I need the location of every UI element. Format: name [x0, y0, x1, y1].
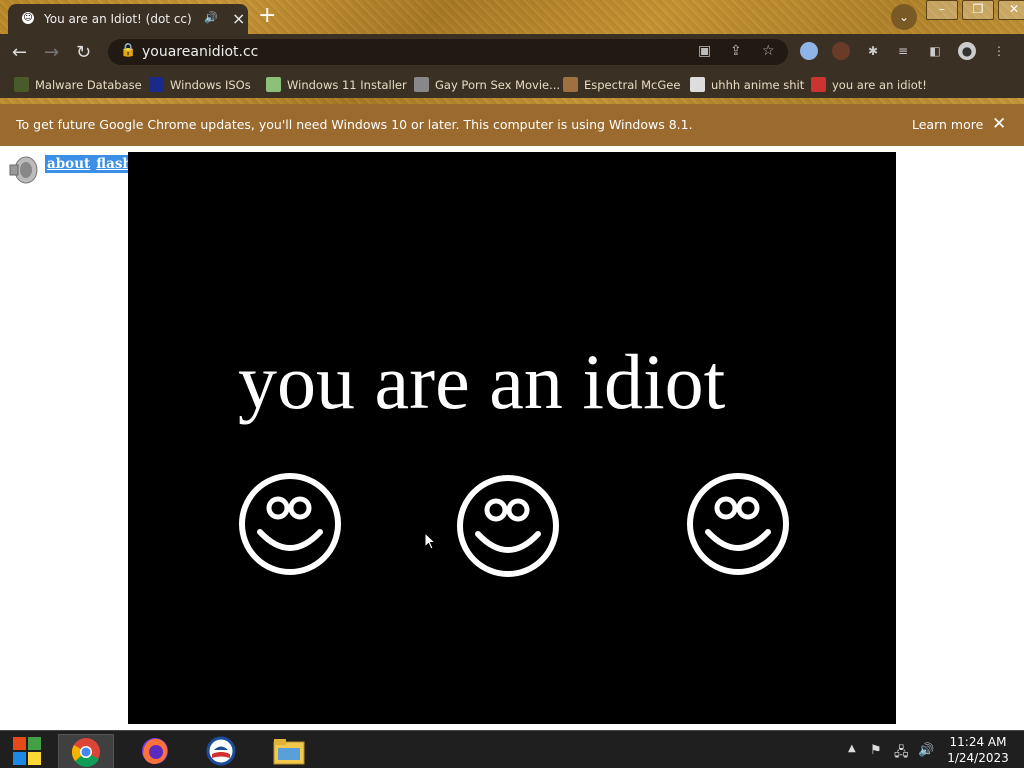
- bookmark-item[interactable]: you are an idiot!: [811, 77, 927, 92]
- anime-icon: [690, 77, 705, 92]
- x-logo-icon: [149, 77, 164, 92]
- smiley-face-icon: [687, 473, 789, 575]
- close-infobar-icon[interactable]: ✕: [992, 114, 1006, 134]
- tab-title: You are an Idiot! (dot cc): [44, 12, 192, 26]
- about-link[interactable]: about: [47, 156, 90, 172]
- windows-taskbar: ▲ ⚑ 🖧 🔊 11:24 AM 1/24/2023: [0, 730, 1024, 768]
- forward-arrow-icon[interactable]: →: [44, 42, 59, 63]
- address-bar[interactable]: 🔒 youareanidiot.cc ▣ ⇪ ☆: [108, 39, 788, 65]
- blocked-popup-icon[interactable]: ▣: [698, 43, 711, 59]
- new-tab-button[interactable]: +: [258, 3, 276, 28]
- uk-flag-icon: [811, 77, 826, 92]
- close-tab-icon[interactable]: ×: [232, 9, 245, 28]
- learn-more-link[interactable]: Learn more: [912, 117, 983, 132]
- taskbar-file-explorer[interactable]: [262, 734, 316, 768]
- page-links: about flash: [45, 155, 141, 173]
- flash-link[interactable]: flash: [96, 156, 132, 172]
- minimize-button[interactable]: –: [926, 0, 958, 20]
- flash-animation-stage[interactable]: you are an idiot: [128, 152, 896, 724]
- clock-date: 1/24/2023: [947, 751, 1009, 765]
- tab-active[interactable]: ☺ You are an Idiot! (dot cc) 🔊 ×: [8, 4, 248, 34]
- reload-icon[interactable]: ↻: [76, 42, 91, 63]
- menu-kebab-icon[interactable]: ⋮: [990, 42, 1008, 60]
- profile-avatar-icon[interactable]: ●: [958, 42, 976, 60]
- update-infobar: To get future Google Chrome updates, you…: [0, 104, 1024, 146]
- mouse-cursor-icon: [424, 532, 436, 550]
- taskbar-obama-app[interactable]: [194, 734, 248, 768]
- smiley-face-icon: [239, 473, 341, 575]
- extensions-puzzle-icon[interactable]: ✱: [864, 42, 882, 60]
- system-clock[interactable]: 11:24 AM 1/24/2023: [946, 734, 1010, 766]
- bookmark-item[interactable]: Gay Porn Sex Movie...: [414, 77, 560, 92]
- avatar-icon: [563, 77, 578, 92]
- window-controls: – ❐ ✕: [926, 0, 1024, 20]
- chrome-icon: [71, 738, 100, 767]
- volume-icon[interactable]: 🔊: [918, 743, 934, 758]
- bookmark-item[interactable]: Malware Database: [14, 77, 142, 92]
- tab-search-button[interactable]: ⌄: [891, 4, 917, 30]
- taskbar-chrome[interactable]: [58, 734, 114, 768]
- image-icon: [266, 77, 281, 92]
- tray-chevron-icon[interactable]: ▲: [848, 743, 856, 754]
- network-icon[interactable]: 🖧: [894, 743, 909, 765]
- smiley-favicon-icon: ☺: [22, 12, 34, 24]
- share-icon[interactable]: ⇪: [730, 43, 742, 59]
- bookmark-item[interactable]: Espectral McGee: [563, 77, 680, 92]
- browser-toolbar: ← → ↻ 🔒 youareanidiot.cc ▣ ⇪ ☆ ✱ ≡ ◧ ● ⋮: [0, 34, 1024, 70]
- restore-button[interactable]: ❐: [962, 0, 994, 20]
- close-window-button[interactable]: ✕: [998, 0, 1024, 20]
- lock-icon[interactable]: 🔒: [120, 43, 136, 58]
- windows-start-icon: [13, 737, 41, 765]
- site-icon: [414, 77, 429, 92]
- side-panel-icon[interactable]: ◧: [926, 42, 944, 60]
- firefox-icon: [142, 738, 168, 764]
- bookmark-item[interactable]: Windows ISOs: [149, 77, 251, 92]
- obama-logo-icon: [206, 736, 236, 766]
- smiley-face-icon: [457, 475, 559, 577]
- back-arrow-icon[interactable]: ←: [12, 42, 27, 63]
- speaker-icon[interactable]: [8, 156, 38, 184]
- headline-text: you are an idiot: [238, 338, 726, 425]
- infobar-message: To get future Google Chrome updates, you…: [16, 117, 693, 132]
- audio-playing-icon[interactable]: 🔊: [204, 11, 218, 24]
- bookmark-item[interactable]: uhhh anime shit: [690, 77, 804, 92]
- clock-time: 11:24 AM: [949, 735, 1007, 749]
- bookmark-item[interactable]: Windows 11 Installer: [266, 77, 407, 92]
- media-queue-icon[interactable]: ≡: [894, 42, 912, 60]
- bug-icon: [14, 77, 29, 92]
- taskbar-firefox[interactable]: [128, 734, 182, 768]
- url-text[interactable]: youareanidiot.cc: [142, 44, 258, 60]
- folder-icon: [273, 739, 305, 765]
- bookmarks-bar: Malware Database Windows ISOs Windows 11…: [0, 70, 1024, 98]
- extension-avatar-icon[interactable]: [832, 42, 850, 60]
- bookmark-star-icon[interactable]: ☆: [762, 43, 775, 59]
- action-center-flag-icon[interactable]: ⚑: [870, 743, 882, 758]
- start-button[interactable]: [0, 734, 54, 768]
- extension-flag-icon[interactable]: [800, 42, 818, 60]
